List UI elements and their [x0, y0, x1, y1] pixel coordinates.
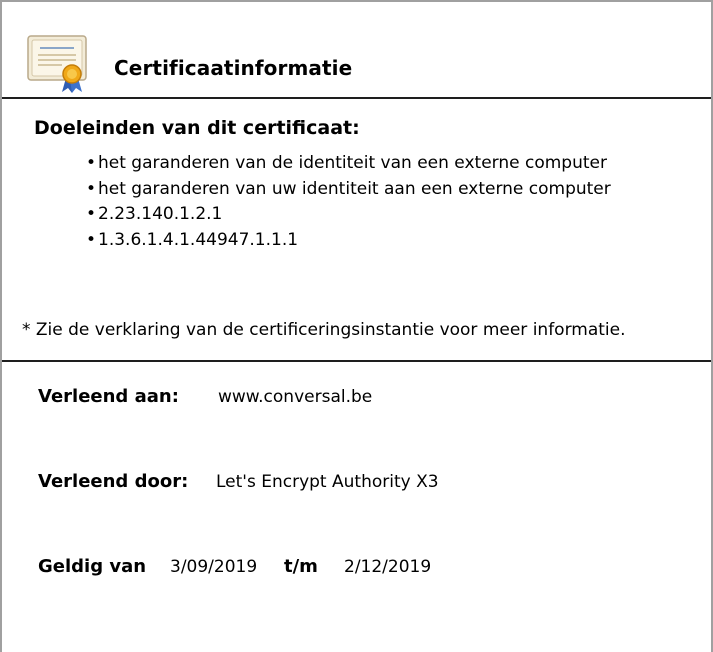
purposes-note: * Zie de verklaring van de certificering…: [22, 320, 626, 340]
purposes-heading: Doeleinden van dit certificaat:: [34, 117, 360, 139]
header-divider: [2, 97, 711, 99]
issued-by-value: Let's Encrypt Authority X3: [216, 472, 439, 492]
issued-to-label: Verleend aan:: [38, 386, 179, 407]
purpose-item: 2.23.140.1.2.1: [86, 202, 611, 228]
purposes-list: het garanderen van de identiteit van een…: [86, 151, 611, 253]
certificate-header: Certificaatinformatie: [4, 4, 713, 100]
valid-to-label: t/m: [284, 556, 318, 577]
purpose-item: 1.3.6.1.4.1.44947.1.1.1: [86, 228, 611, 254]
valid-from-value: 3/09/2019: [170, 557, 258, 577]
issued-by-label: Verleend door:: [38, 471, 189, 492]
valid-from-label: Geldig van: [38, 556, 147, 577]
details-divider: [2, 360, 711, 362]
purpose-item: het garanderen van de identiteit van een…: [86, 151, 611, 177]
valid-to-value: 2/12/2019: [344, 557, 432, 577]
dialog-title: Certificaatinformatie: [114, 56, 353, 80]
purpose-item: het garanderen van uw identiteit aan een…: [86, 177, 611, 203]
certificate-icon: [27, 35, 87, 93]
issued-to-value: www.conversal.be: [218, 387, 373, 407]
